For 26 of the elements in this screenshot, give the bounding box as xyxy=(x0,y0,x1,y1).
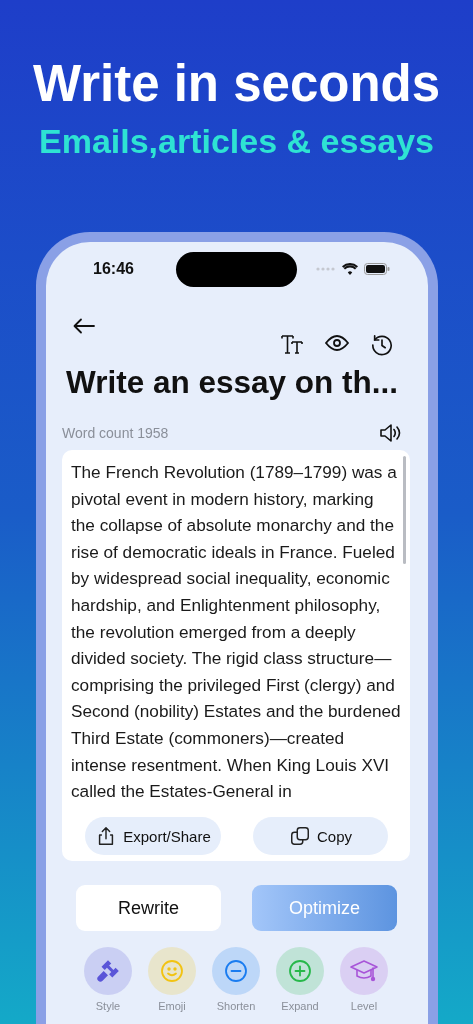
tool-button[interactable] xyxy=(340,947,388,995)
text-size-icon[interactable] xyxy=(281,334,303,354)
tool-label: Expand xyxy=(281,1000,319,1012)
word-count: Word count 1958 xyxy=(62,425,169,441)
document-title: Write an essay on th... xyxy=(66,364,399,401)
copy-button[interactable]: Copy xyxy=(253,817,388,855)
signal-icon xyxy=(316,267,336,271)
subheadline: Emails,articles & essays xyxy=(38,121,435,162)
tool-label: Style xyxy=(95,1000,121,1012)
eye-icon[interactable] xyxy=(325,334,349,352)
battery-icon xyxy=(364,263,390,275)
tool-label: Level xyxy=(350,1000,378,1012)
essay-text: The French Revolution (1789–1799) was a pivotal event in modern history, marking the collapse of absolute monarchy and the rise of democratic ideals in France. Fueled by widespread social inequality, economic hardship, and Enlightenment philosophy, the revolution emerged from a deeply divided society. The rigid class structure—comprising the privileged First (clergy) and Second (nobility) Estates and the burdened Third Estate (commoners)—created intense resentment. When King Louis XVI called the Estates-General in xyxy=(71,461,402,804)
rewrite-button[interactable]: Rewrite xyxy=(76,885,221,931)
tool-label: Emoji xyxy=(158,1000,186,1012)
status-time: 16:46 xyxy=(93,260,134,278)
tool-label: Shorten xyxy=(216,1000,256,1012)
tool-button[interactable] xyxy=(84,947,132,995)
back-arrow-icon[interactable] xyxy=(73,318,95,334)
headline: Write in seconds xyxy=(32,54,441,114)
export-share-button[interactable]: Export/Share xyxy=(85,817,221,855)
copy-icon xyxy=(289,825,311,847)
wifi-icon xyxy=(342,263,358,275)
tool-button[interactable] xyxy=(212,947,260,995)
speaker-icon[interactable] xyxy=(380,423,402,443)
history-icon[interactable] xyxy=(371,334,393,356)
